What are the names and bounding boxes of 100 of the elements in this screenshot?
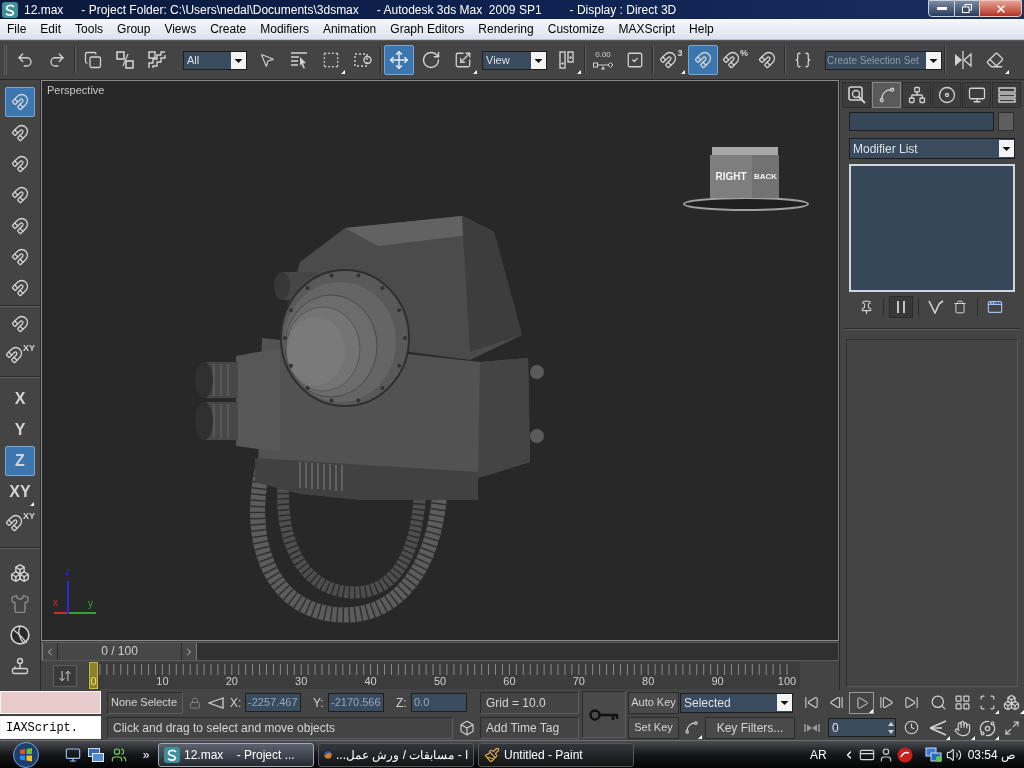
close-button[interactable] — [979, 0, 1022, 17]
bar-arrows-icon — [803, 722, 820, 733]
clock-icon — [904, 720, 919, 735]
menu-item[interactable]: Tools — [68, 23, 111, 35]
language-indicator[interactable]: AR — [809, 745, 827, 764]
flyout-corner-icon — [698, 734, 702, 739]
object-name-field[interactable] — [849, 112, 994, 131]
snap-button[interactable]: XY — [5, 340, 35, 370]
play-button[interactable] — [849, 691, 874, 714]
restore-button[interactable] — [955, 0, 979, 17]
menu-item[interactable]: Animation — [315, 23, 384, 35]
window-title: - Autodesk 3ds Max 2009 SP1 — [376, 3, 542, 16]
modifier-stack-list[interactable] — [849, 164, 1015, 292]
quick-launch-more-button[interactable]: » — [138, 744, 154, 765]
menu-item[interactable]: Modifiers — [253, 23, 316, 35]
menu-item[interactable]: Help — [682, 23, 721, 35]
boxes-icon — [1003, 694, 1020, 711]
snap-toggle-button[interactable]: 3 — [656, 45, 686, 75]
auto-key-button[interactable]: Auto Key — [628, 691, 679, 714]
motion-tab[interactable] — [932, 82, 961, 108]
selection-filter-dropdown[interactable]: All — [183, 50, 247, 70]
curve-editor-button[interactable] — [52, 664, 77, 687]
frame-field[interactable]: 0 — [828, 718, 896, 737]
color-swatch-icon[interactable] — [998, 112, 1014, 131]
axis-constraint-button[interactable]: Y — [5, 415, 35, 445]
magnet-icon — [5, 346, 23, 364]
rotate-icon — [421, 50, 441, 70]
joystick-icon — [10, 656, 30, 676]
magnet-icon — [11, 315, 29, 333]
clock[interactable]: 03:54 ص — [967, 745, 1016, 764]
time-slider-thumb[interactable]: 0 / 100 — [42, 643, 197, 660]
cursor-arrow-icon — [259, 52, 275, 68]
set-key-button[interactable]: Set Key — [628, 716, 679, 739]
viewcube-face[interactable]: BACK — [752, 155, 779, 198]
modify-tab[interactable] — [872, 82, 901, 108]
maxscript-output-field[interactable]: IAXScript. — [0, 716, 101, 739]
add-time-tag-button[interactable]: Add Time Tag — [480, 716, 579, 739]
braces-icon — [794, 51, 812, 69]
axis-constraint-button[interactable]: XY — [5, 477, 35, 507]
angle-snap-button[interactable] — [688, 45, 718, 75]
menu-item[interactable]: MAXScript — [611, 23, 683, 35]
move-button[interactable] — [384, 45, 414, 75]
show-end-result-button[interactable] — [889, 296, 913, 318]
viewcube-face[interactable]: RIGHT — [710, 155, 752, 198]
magnet-icon — [11, 217, 29, 235]
hand-icon — [954, 719, 971, 737]
manipulate-button[interactable]: 0.00 — [588, 45, 618, 75]
snap-button[interactable]: XY — [5, 508, 35, 538]
utilities-tab[interactable] — [992, 82, 1021, 108]
time-slider-label: 0 / 100 — [100, 643, 139, 660]
create-tab[interactable] — [842, 82, 871, 108]
frame-number: 40 — [364, 675, 377, 688]
axis-constraint-button[interactable]: X — [5, 384, 35, 414]
taskbar-button[interactable]: 12.max - Project ... — [158, 742, 314, 767]
time-slider-track[interactable]: 0 / 100 — [41, 642, 839, 661]
skip-back-icon — [804, 695, 819, 710]
reference-coordinate-dropdown[interactable]: View — [482, 50, 547, 70]
menu-item[interactable]: Edit — [33, 23, 69, 35]
maxscript-input-field[interactable] — [0, 691, 101, 714]
frame-corners-icon — [978, 694, 996, 711]
selection-set-field[interactable]: Create Selection Set — [825, 50, 942, 70]
taskbar-button[interactable]: ا - مسابقات / ورش عمل... — [318, 742, 474, 767]
window-title: - Display : Direct 3D — [569, 3, 677, 16]
snap-button[interactable] — [5, 87, 35, 117]
undo-icon — [16, 51, 34, 69]
frame-number: 90 — [711, 675, 724, 688]
coordinate-field[interactable]: 0.0 — [411, 693, 467, 712]
boxes-icon — [10, 563, 30, 583]
key-mode-dropdown[interactable]: Selected — [680, 692, 793, 713]
lock-icon — [189, 696, 201, 709]
menu-item[interactable]: Customize — [540, 23, 612, 35]
double-bar-icon — [896, 300, 906, 314]
hierarchy-tab[interactable] — [902, 82, 931, 108]
key-button[interactable] — [582, 691, 626, 738]
magnet-icon — [11, 186, 29, 204]
menu-item[interactable]: File — [0, 23, 34, 35]
grid-status: Grid = 10.0 — [480, 691, 579, 714]
coordinate-field[interactable]: -2170.566 — [328, 693, 384, 712]
viewport-label[interactable]: Perspective — [47, 82, 105, 99]
mirror-icon — [954, 51, 972, 69]
menu-item[interactable]: Group — [110, 23, 158, 35]
menu-item[interactable]: Views — [157, 23, 204, 35]
menu-item[interactable]: Graph Editors — [383, 23, 472, 35]
menu-item[interactable]: Rendering — [471, 23, 541, 35]
menu-item[interactable]: Create — [203, 23, 254, 35]
up-down-arrows-icon — [57, 668, 72, 683]
minimize-button[interactable] — [928, 0, 955, 17]
viewport[interactable]: Perspective RIGHT BACK x y z — [41, 80, 839, 641]
selection-status: None Selecte — [107, 691, 183, 714]
stacked-windows-icon — [88, 747, 104, 762]
modifier-list-dropdown[interactable]: Modifier List — [849, 138, 1015, 159]
display-tab[interactable] — [962, 82, 991, 108]
axis-label: y — [88, 599, 93, 609]
percent-snap-button[interactable]: % — [720, 45, 750, 75]
coordinate-field[interactable]: -2257.467 — [245, 693, 301, 712]
track-bar[interactable]: 0 10 20 30 40 50 60 70 80 90 100 — [88, 662, 800, 689]
taskbar-button[interactable]: Untitled - Paint — [478, 742, 634, 767]
step-back-icon — [829, 695, 844, 710]
key-filters-button[interactable]: Key Filters... — [705, 716, 795, 739]
viewcube-ring[interactable] — [682, 196, 810, 212]
